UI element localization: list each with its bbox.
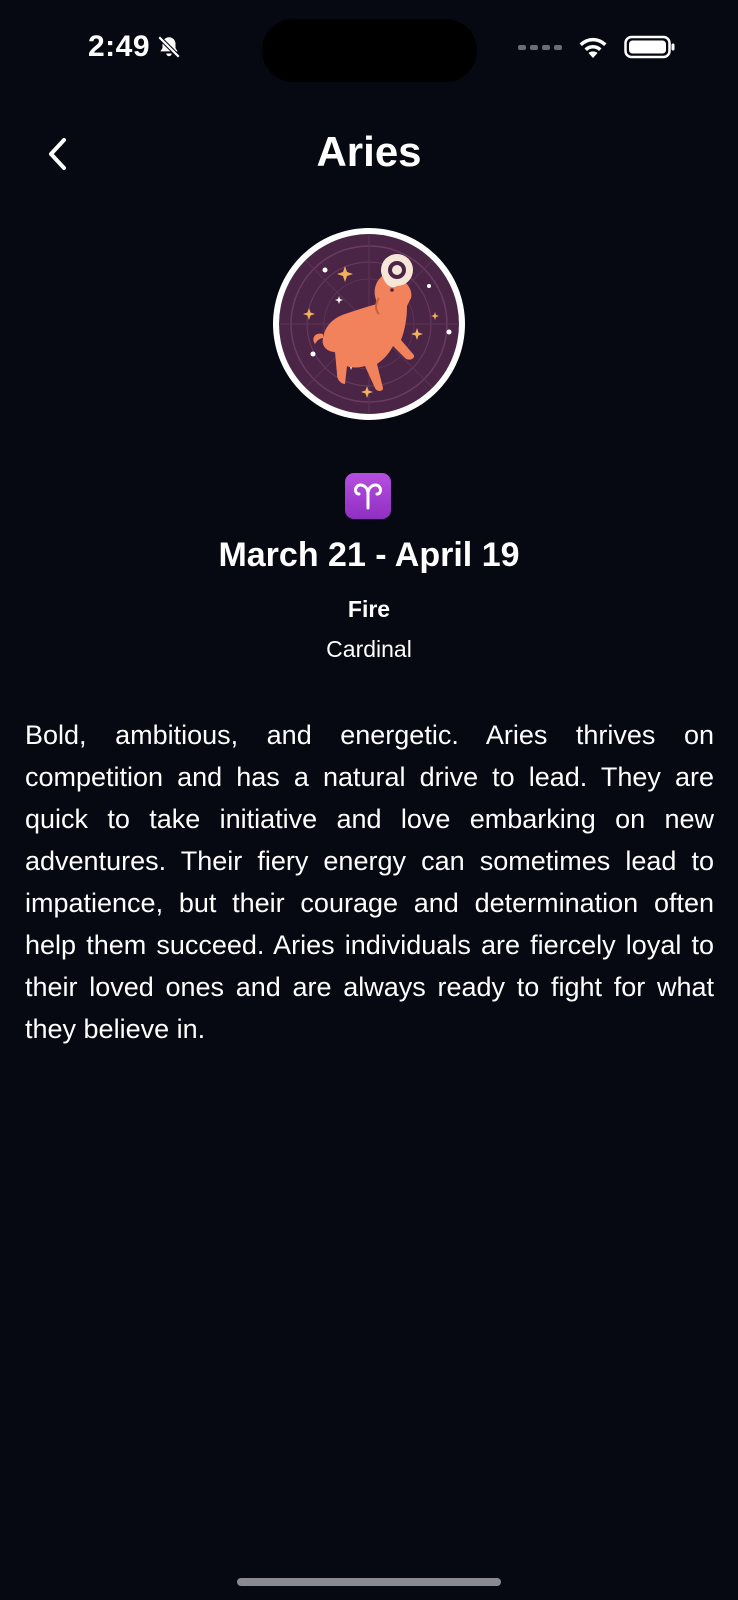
cellular-signal-icon: [518, 44, 562, 50]
page-title: Aries: [316, 128, 422, 175]
date-range: March 21 - April 19: [218, 536, 520, 574]
zodiac-image: [273, 228, 465, 420]
bell-slash-icon: [157, 35, 181, 59]
aries-symbol-icon: [345, 473, 391, 519]
element-label: Fire: [347, 596, 391, 622]
ram-illustration: [279, 234, 459, 414]
status-bar: 2:49: [0, 0, 738, 100]
home-indicator[interactable]: [237, 1578, 501, 1586]
dynamic-island: [262, 19, 477, 82]
status-time: 2:49: [88, 30, 151, 63]
modality-label: Cardinal: [326, 636, 412, 662]
nav-bar: Aries: [0, 120, 738, 190]
status-time-group: 2:49: [88, 30, 182, 64]
status-right-icons: [518, 34, 676, 60]
battery-icon: [624, 35, 675, 59]
aries-glyph: [353, 483, 383, 510]
sign-description: Bold, ambitious, and energetic. Aries th…: [25, 720, 714, 1044]
wifi-icon: [579, 37, 607, 58]
